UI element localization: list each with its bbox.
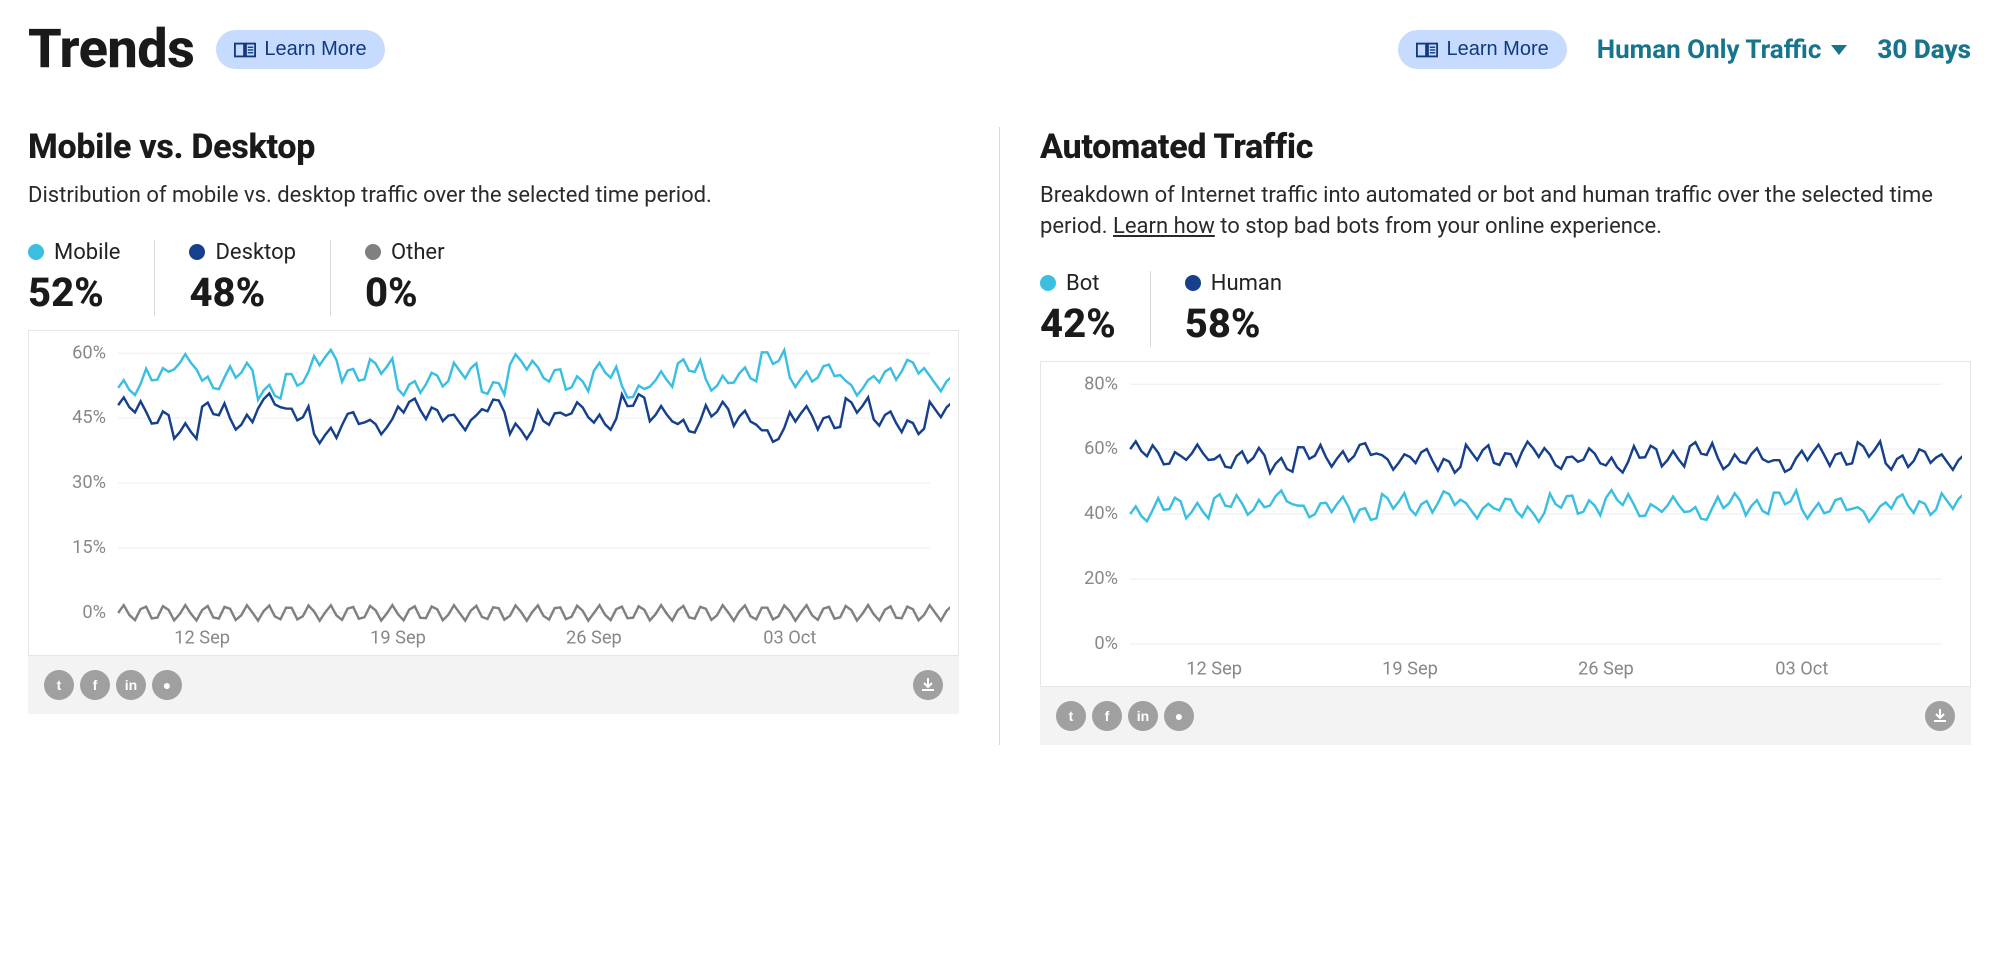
- learn-more-button-primary[interactable]: Learn More: [216, 30, 384, 69]
- legend: Mobile 52% Desktop 48% Other 0%: [28, 240, 959, 316]
- svg-text:45%: 45%: [72, 407, 106, 428]
- svg-text:0%: 0%: [1094, 633, 1118, 654]
- series-bot: [1130, 490, 1962, 522]
- share-linkedin-icon[interactable]: in: [1128, 701, 1158, 731]
- legend-item: Other 0%: [365, 240, 479, 316]
- legend-label: Mobile: [54, 240, 120, 265]
- svg-text:26 Sep: 26 Sep: [1578, 658, 1634, 679]
- legend-label: Bot: [1066, 271, 1099, 296]
- svg-text:0%: 0%: [82, 602, 106, 623]
- legend-swatch: [365, 244, 381, 260]
- svg-text:26 Sep: 26 Sep: [566, 627, 622, 648]
- panel-mobile-vs-desktop: Mobile vs. Desktop Distribution of mobil…: [28, 127, 999, 745]
- svg-text:60%: 60%: [1084, 438, 1118, 459]
- svg-text:19 Sep: 19 Sep: [1382, 658, 1438, 679]
- legend-value: 0%: [365, 269, 445, 316]
- page-title: Trends: [28, 18, 194, 81]
- svg-text:12 Sep: 12 Sep: [1186, 658, 1242, 679]
- chevron-down-icon: [1831, 45, 1847, 55]
- legend-item: Desktop 48%: [189, 240, 331, 316]
- share-facebook-icon[interactable]: f: [80, 670, 110, 700]
- traffic-filter-dropdown[interactable]: Human Only Traffic: [1597, 35, 1848, 65]
- legend-swatch: [1040, 275, 1056, 291]
- svg-text:03 Oct: 03 Oct: [763, 627, 816, 648]
- panel-automated-traffic: Automated Traffic Breakdown of Internet …: [999, 127, 1971, 745]
- chart-automated-traffic: 0% 20% 40% 60% 80% 12 Sep 19 Sep 26 Sep 03 Oct: [1049, 370, 1962, 684]
- svg-text:12 Sep: 12 Sep: [174, 627, 230, 648]
- chart-container: 0% 15% 30% 45% 60% 12 Sep 19 Sep 26 Sep 03 Oct: [28, 330, 959, 656]
- svg-text:15%: 15%: [72, 537, 106, 558]
- svg-text:60%: 60%: [72, 342, 106, 363]
- chart-container: 0% 20% 40% 60% 80% 12 Sep 19 Sep 26 Sep 03 Oct: [1040, 361, 1971, 687]
- share-facebook-icon[interactable]: f: [1092, 701, 1122, 731]
- share-reddit-icon[interactable]: ●: [152, 670, 182, 700]
- share-reddit-icon[interactable]: ●: [1164, 701, 1194, 731]
- legend-label: Other: [391, 240, 445, 265]
- panel-footer: t f in ●: [28, 656, 959, 714]
- svg-text:19 Sep: 19 Sep: [370, 627, 426, 648]
- panel-description: Distribution of mobile vs. desktop traff…: [28, 181, 959, 212]
- legend-label: Human: [1211, 271, 1282, 296]
- book-icon: [1416, 42, 1438, 58]
- legend-swatch: [28, 244, 44, 260]
- legend-item: Human 58%: [1185, 271, 1316, 347]
- legend-label: Desktop: [215, 240, 296, 265]
- panel-description-suffix: to stop bad bots from your online experi…: [1215, 214, 1662, 239]
- book-icon: [234, 42, 256, 58]
- panel-description: Breakdown of Internet traffic into autom…: [1040, 181, 1971, 243]
- legend-item: Mobile 52%: [28, 240, 155, 316]
- chart-mobile-desktop: 0% 15% 30% 45% 60% 12 Sep 19 Sep 26 Sep 03 Oct: [37, 339, 950, 653]
- traffic-filter-label: Human Only Traffic: [1597, 35, 1822, 65]
- time-range-selector[interactable]: 30 Days: [1877, 35, 1971, 65]
- series-human: [1130, 441, 1962, 473]
- learn-more-label: Learn More: [264, 38, 366, 61]
- download-button[interactable]: [1925, 701, 1955, 731]
- svg-text:03 Oct: 03 Oct: [1775, 658, 1828, 679]
- legend-value: 52%: [28, 269, 120, 316]
- svg-text:30%: 30%: [72, 472, 106, 493]
- series-mobile: [118, 350, 950, 400]
- share-twitter-icon[interactable]: t: [1056, 701, 1086, 731]
- panel-title: Automated Traffic: [1040, 127, 1971, 167]
- legend-swatch: [189, 244, 205, 260]
- legend-swatch: [1185, 275, 1201, 291]
- learn-more-button-secondary[interactable]: Learn More: [1398, 30, 1566, 69]
- share-linkedin-icon[interactable]: in: [116, 670, 146, 700]
- svg-text:80%: 80%: [1084, 373, 1118, 394]
- legend-value: 42%: [1040, 300, 1116, 347]
- learn-how-link[interactable]: Learn how: [1113, 214, 1215, 239]
- learn-more-label-2: Learn More: [1446, 38, 1548, 61]
- legend-value: 58%: [1185, 300, 1282, 347]
- panel-title: Mobile vs. Desktop: [28, 127, 959, 167]
- download-icon: [920, 677, 936, 693]
- legend: Bot 42% Human 58%: [1040, 271, 1971, 347]
- download-icon: [1932, 708, 1948, 724]
- panel-footer: t f in ●: [1040, 687, 1971, 745]
- legend-value: 48%: [189, 269, 296, 316]
- share-twitter-icon[interactable]: t: [44, 670, 74, 700]
- download-button[interactable]: [913, 670, 943, 700]
- svg-text:40%: 40%: [1084, 503, 1118, 524]
- legend-item: Bot 42%: [1040, 271, 1151, 347]
- svg-text:20%: 20%: [1084, 568, 1118, 589]
